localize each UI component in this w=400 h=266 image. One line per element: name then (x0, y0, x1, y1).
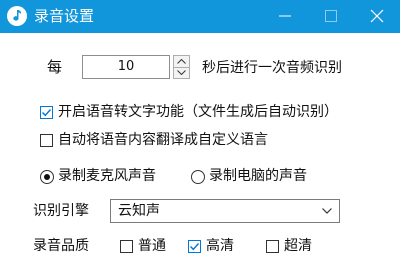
translate-checkbox[interactable] (40, 134, 53, 147)
quality-normal-checkbox[interactable] (120, 240, 133, 253)
engine-select[interactable]: 云知声 (110, 199, 340, 223)
close-icon (370, 9, 384, 23)
chevron-up-icon (177, 59, 186, 64)
minimize-button[interactable] (262, 0, 308, 33)
chevron-down-icon (322, 208, 332, 214)
quality-normal-label[interactable]: 普通 (138, 236, 166, 256)
interval-suffix-label: 秒后进行一次音频识别 (202, 60, 342, 76)
window-title: 录音设置 (34, 7, 95, 25)
minimize-icon (279, 15, 291, 17)
computer-audio-radio[interactable] (191, 170, 205, 184)
computer-audio-radio-label[interactable]: 录制电脑的声音 (209, 166, 307, 186)
engine-select-value: 云知声 (118, 203, 160, 219)
microphone-radio-label[interactable]: 录制麦克风声音 (58, 166, 156, 186)
checkmark-icon (42, 109, 52, 117)
maximize-button[interactable] (308, 0, 354, 33)
interval-stepper[interactable] (173, 55, 190, 79)
microphone-radio[interactable] (40, 170, 54, 184)
speech-to-text-label[interactable]: 开启语音转文字功能（文件生成后自动识别） (58, 102, 338, 122)
engine-label: 识别引擎 (33, 203, 89, 219)
translate-label[interactable]: 自动将语音内容翻译成自定义语言 (58, 130, 268, 150)
music-note-icon (7, 6, 27, 26)
quality-hd-label[interactable]: 高清 (206, 236, 234, 256)
maximize-icon (325, 10, 337, 22)
interval-input[interactable]: 10 (82, 55, 170, 79)
title-bar[interactable]: 录音设置 (0, 0, 400, 33)
quality-uhd-label[interactable]: 超清 (284, 236, 312, 256)
chevron-down-icon (177, 70, 186, 75)
quality-hd-checkbox[interactable] (188, 240, 201, 253)
close-button[interactable] (354, 0, 400, 33)
speech-to-text-checkbox[interactable] (40, 106, 53, 119)
quality-uhd-checkbox[interactable] (266, 240, 279, 253)
quality-label: 录音品质 (33, 238, 89, 254)
radio-selected-dot (44, 174, 50, 180)
stepper-down-button[interactable] (174, 67, 189, 78)
interval-prefix-label: 每 (47, 58, 63, 76)
checkmark-icon (190, 243, 200, 251)
